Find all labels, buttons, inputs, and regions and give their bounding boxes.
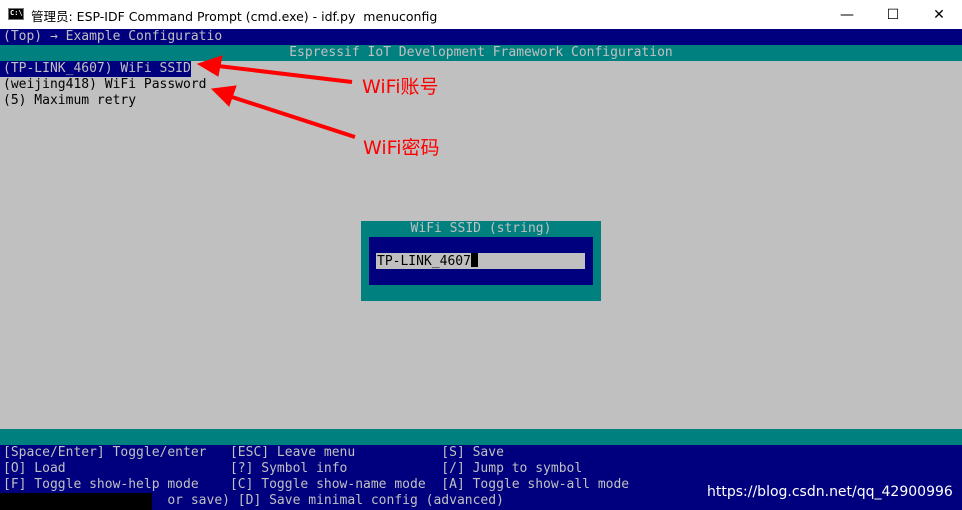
annotation-password: WiFi密码 bbox=[363, 137, 440, 159]
help-separator bbox=[0, 429, 962, 445]
breadcrumb: (Top) → Example Configuratio bbox=[0, 29, 962, 45]
help-panel: [Space/Enter] Toggle/enter [ESC] Leave m… bbox=[0, 445, 962, 510]
watermark: https://blog.csdn.net/qq_42900996 bbox=[707, 484, 953, 500]
menu-item-wifi-password[interactable]: (weijing418) WiFi Password bbox=[3, 77, 207, 93]
dialog-body: TP-LINK_4607 bbox=[369, 237, 593, 285]
help-row: [O] Load [?] Symbol info [/] Jump to sym… bbox=[3, 461, 583, 476]
maximize-button[interactable]: ☐ bbox=[870, 0, 916, 29]
cmd-icon-label: C:\ bbox=[10, 9, 23, 17]
ssid-input-value: TP-LINK_4607 bbox=[377, 254, 471, 269]
dialog-title: WiFi SSID (string) bbox=[410, 221, 552, 236]
window-title-bar: C:\ 管理员: ESP-IDF Command Prompt (cmd.exe… bbox=[0, 0, 962, 30]
console-window: (Top) → Example Configuratio Espressif I… bbox=[0, 29, 962, 510]
window-title: 管理员: ESP-IDF Command Prompt (cmd.exe) - … bbox=[31, 9, 438, 24]
menu-item-maximum-retry[interactable]: (5) Maximum retry bbox=[3, 93, 136, 109]
redaction-block bbox=[0, 493, 152, 510]
menu-item-wifi-ssid[interactable]: (TP-LINK_4607) WiFi SSID bbox=[0, 61, 191, 77]
menuconfig-title: Espressif IoT Development Framework Conf… bbox=[0, 45, 962, 61]
text-cursor bbox=[470, 253, 478, 267]
cmd-icon: C:\ bbox=[8, 8, 24, 20]
annotation-ssid: WiFi账号 bbox=[362, 76, 439, 98]
string-input-dialog: WiFi SSID (string) TP-LINK_4607 bbox=[361, 221, 601, 301]
close-button[interactable]: ✕ bbox=[916, 0, 962, 29]
ssid-input[interactable]: TP-LINK_4607 bbox=[376, 253, 585, 269]
minimize-button[interactable]: — bbox=[824, 0, 870, 29]
help-row: [F] Toggle show-help mode [C] Toggle sho… bbox=[3, 477, 630, 492]
help-row: [Space/Enter] Toggle/enter [ESC] Leave m… bbox=[3, 445, 504, 460]
